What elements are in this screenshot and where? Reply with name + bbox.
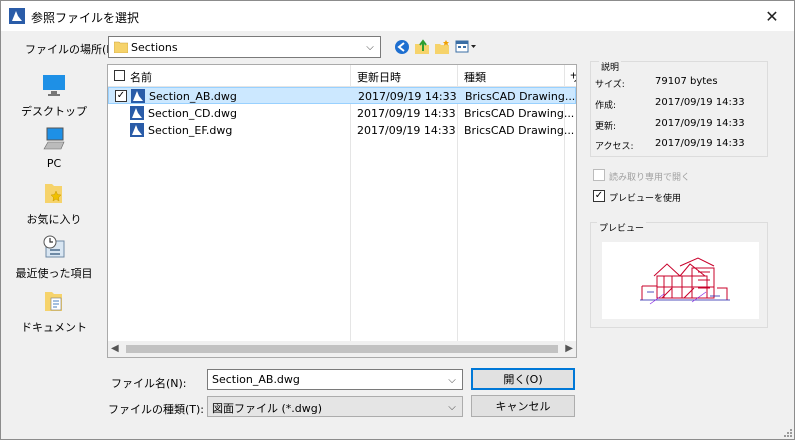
- info-label: 更新:: [595, 122, 617, 132]
- file-date: 2017/09/19 14:33: [357, 124, 456, 137]
- dwg-file-icon: [130, 106, 144, 120]
- file-type: BricsCAD Drawing...: [464, 107, 575, 120]
- place-label: 最近使った項目: [15, 267, 93, 280]
- pc-icon: [43, 127, 65, 150]
- filetype-label: ファイルの種類(T):: [108, 403, 205, 416]
- file-type: BricsCAD Drawing...: [465, 90, 576, 103]
- use-preview-label: プレビューを使用: [609, 194, 682, 204]
- places-bar: デスクトップ PC お気に入り 最近使った項目 ドキュメント: [8, 65, 100, 357]
- title-bar: 参照ファイルを選択 ✕: [1, 1, 794, 31]
- select-all-checkbox[interactable]: [114, 70, 125, 81]
- sort-arrow-icon: ⌃: [226, 64, 234, 71]
- readonly-label: 読み取り専用で開く: [609, 173, 691, 183]
- table-row[interactable]: ✓ Section_AB.dwg 2017/09/19 14:33 BricsC…: [108, 87, 576, 104]
- chevron-down-icon[interactable]: ⌵: [446, 400, 458, 414]
- chevron-down-icon[interactable]: ⌵: [364, 40, 376, 54]
- place-documents[interactable]: ドキュメント: [8, 289, 100, 339]
- new-folder-icon[interactable]: [433, 38, 451, 56]
- dwg-file-icon: [131, 89, 145, 103]
- place-recent[interactable]: 最近使った項目: [8, 235, 100, 285]
- file-date: 2017/09/19 14:33: [358, 90, 457, 103]
- preview-canvas: [602, 242, 759, 319]
- resize-grip-icon[interactable]: [782, 427, 792, 437]
- open-button[interactable]: 開く(O): [471, 368, 575, 390]
- readonly-checkbox[interactable]: [593, 169, 605, 181]
- row-checkbox[interactable]: ✓: [115, 90, 127, 102]
- desktop-icon: [43, 75, 65, 96]
- window-title: 参照ファイルを選択: [31, 11, 140, 25]
- place-label: デスクトップ: [21, 105, 87, 118]
- filename-label: ファイル名(N):: [111, 377, 187, 390]
- bricscad-logo-icon: [9, 8, 25, 24]
- back-icon[interactable]: [393, 38, 411, 56]
- info-value: 2017/09/19 14:33: [655, 138, 745, 149]
- info-value: 2017/09/19 14:33: [655, 97, 745, 108]
- place-pc[interactable]: PC: [8, 127, 100, 177]
- filename-field[interactable]: Section_AB.dwg ⌵: [207, 369, 463, 390]
- info-label: サイズ:: [595, 80, 625, 90]
- column-name[interactable]: 名前: [130, 69, 152, 85]
- info-value: 79107 bytes: [655, 76, 718, 87]
- column-type[interactable]: 種類: [464, 69, 486, 85]
- file-name: Section_CD.dwg: [148, 107, 237, 120]
- file-list[interactable]: ⌃ 名前 更新日時 種類 サ ✓ Section_AB.dwg 2017/09/…: [107, 64, 577, 358]
- file-date: 2017/09/19 14:33: [357, 107, 456, 120]
- cancel-button[interactable]: キャンセル: [471, 395, 575, 417]
- recent-icon: [43, 235, 65, 258]
- column-size[interactable]: サ: [570, 69, 576, 85]
- favorites-icon: [45, 184, 62, 203]
- place-label: お気に入り: [26, 213, 82, 226]
- place-desktop[interactable]: デスクトップ: [8, 73, 100, 123]
- info-label: 作成:: [595, 101, 617, 111]
- scroll-left-icon[interactable]: ◀: [111, 343, 119, 354]
- filetype-select[interactable]: 図面ファイル (*.dwg) ⌵: [207, 396, 463, 417]
- up-folder-icon[interactable]: [413, 38, 431, 56]
- close-button[interactable]: ✕: [750, 1, 794, 31]
- table-row[interactable]: Section_EF.dwg 2017/09/19 14:33 BricsCAD…: [108, 122, 576, 139]
- location-value: Sections: [131, 41, 178, 54]
- info-label: アクセス:: [595, 142, 634, 152]
- folder-icon: [114, 41, 128, 53]
- filename-value: Section_AB.dwg: [212, 373, 300, 386]
- file-type: BricsCAD Drawing...: [464, 124, 575, 137]
- preview-caption: プレビュー: [597, 221, 647, 234]
- list-header: ⌃ 名前 更新日時 種類 サ: [108, 65, 576, 87]
- file-info-panel: 説明 サイズ: 79107 bytes 作成: 2017/09/19 14:33…: [590, 60, 768, 157]
- place-favorites[interactable]: お気に入り: [8, 181, 100, 231]
- location-label: ファイルの場所(I):: [25, 43, 118, 56]
- file-name: Section_EF.dwg: [148, 124, 233, 137]
- drawing-preview-image: [640, 257, 730, 305]
- use-preview-checkbox[interactable]: ✓: [593, 190, 605, 202]
- file-dialog: 参照ファイルを選択 ✕ ファイルの場所(I): Sections ⌵ デスクトッ…: [0, 0, 795, 440]
- documents-icon: [45, 292, 62, 311]
- filetype-value: 図面ファイル (*.dwg): [212, 402, 323, 415]
- location-combo[interactable]: Sections ⌵: [108, 36, 381, 58]
- scroll-thumb[interactable]: [126, 345, 558, 353]
- table-row[interactable]: Section_CD.dwg 2017/09/19 14:33 BricsCAD…: [108, 105, 576, 122]
- horizontal-scrollbar[interactable]: ◀ ▶: [108, 341, 576, 357]
- column-date[interactable]: 更新日時: [357, 69, 401, 85]
- place-label: PC: [46, 157, 62, 170]
- chevron-down-icon[interactable]: ⌵: [446, 373, 458, 387]
- scroll-right-icon[interactable]: ▶: [565, 343, 573, 354]
- dwg-file-icon: [130, 123, 144, 137]
- info-caption: 説明: [599, 60, 622, 73]
- preview-panel: プレビュー: [590, 221, 768, 328]
- info-value: 2017/09/19 14:33: [655, 118, 745, 129]
- place-label: ドキュメント: [21, 321, 87, 334]
- file-name: Section_AB.dwg: [149, 90, 237, 103]
- views-menu-icon[interactable]: [454, 38, 478, 56]
